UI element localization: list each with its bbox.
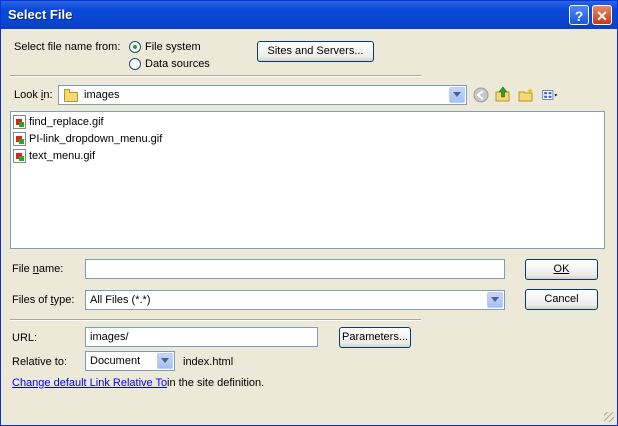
site-definition-text: in the site definition.	[167, 377, 265, 389]
file-list[interactable]: find_replace.gif PI-link_dropdown_menu.g…	[10, 111, 605, 249]
chevron-down-icon[interactable]	[487, 292, 503, 308]
file-system-radio[interactable]	[129, 41, 141, 53]
data-sources-label[interactable]: Data sources	[145, 58, 210, 70]
file-name: find_replace.gif	[29, 116, 104, 128]
separator	[10, 319, 421, 321]
cancel-button[interactable]: Cancel	[525, 289, 598, 310]
url-input[interactable]	[85, 327, 318, 347]
url-label: URL:	[12, 332, 38, 344]
separator	[10, 75, 421, 77]
sites-and-servers-button[interactable]: Sites and Servers...	[257, 41, 374, 62]
folder-icon	[64, 89, 78, 102]
relative-to-label: Relative to:	[12, 356, 68, 368]
file-name-label: File name:	[12, 263, 64, 275]
file-name: text_menu.gif	[29, 150, 96, 162]
data-sources-radio[interactable]	[129, 58, 141, 70]
chevron-down-icon[interactable]	[449, 87, 465, 103]
up-folder-icon[interactable]	[495, 86, 511, 102]
look-in-dropdown[interactable]: images	[58, 85, 467, 105]
gif-file-icon	[13, 132, 26, 146]
gif-file-icon	[13, 115, 26, 129]
chevron-down-icon[interactable]	[157, 353, 173, 369]
help-button[interactable]: ?	[569, 5, 589, 25]
file-type-label: Files of type:	[12, 294, 75, 306]
relative-file-name: index.html	[183, 356, 234, 368]
parameters-button[interactable]: Parameters...	[339, 327, 411, 348]
title-bar[interactable]: Select File ? ✕	[1, 1, 617, 29]
source-label: Select file name from:	[14, 41, 121, 53]
look-in-label: Look in:	[14, 89, 53, 101]
relative-to-dropdown[interactable]: Document	[85, 351, 175, 371]
file-type-dropdown[interactable]: All Files (*.*)	[85, 290, 505, 310]
change-default-link[interactable]: Change default Link Relative To	[12, 377, 167, 389]
relative-to-value: Document	[90, 355, 141, 367]
gif-file-icon	[13, 149, 26, 163]
back-icon[interactable]	[473, 87, 489, 103]
file-system-label[interactable]: File system	[145, 41, 201, 53]
new-folder-icon[interactable]	[518, 87, 534, 103]
window-title: Select File	[8, 7, 73, 22]
file-type-value: All Files (*.*)	[90, 294, 151, 306]
view-menu-icon[interactable]	[542, 87, 558, 103]
file-name-input[interactable]	[85, 259, 505, 279]
close-button[interactable]: ✕	[592, 5, 612, 25]
ok-button[interactable]: OK	[525, 259, 598, 280]
file-name: PI-link_dropdown_menu.gif	[29, 133, 163, 145]
select-file-dialog: Select File ? ✕ Select file name from: F…	[0, 0, 618, 426]
look-in-value: images	[84, 89, 120, 101]
resize-grip[interactable]	[604, 412, 614, 422]
